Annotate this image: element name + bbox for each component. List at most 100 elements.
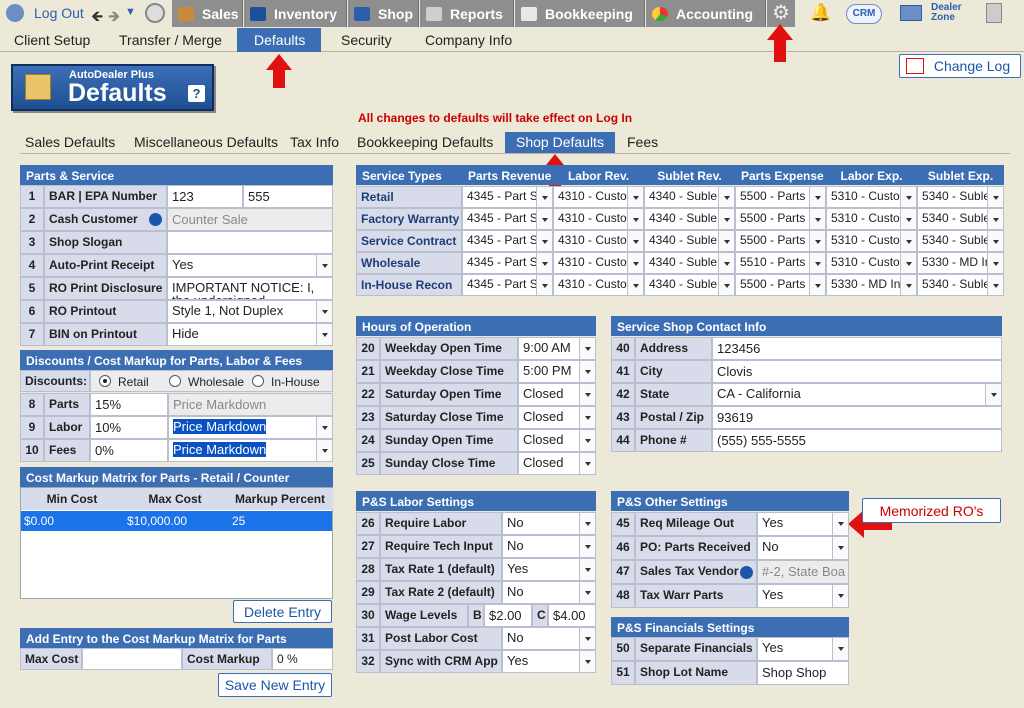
field-input[interactable]: 93619 bbox=[712, 406, 1002, 429]
chevron-down-icon[interactable] bbox=[900, 231, 916, 251]
setting-select[interactable]: Yes bbox=[757, 584, 849, 608]
chevron-down-icon[interactable] bbox=[316, 324, 332, 345]
menu-transfer-merge[interactable]: Transfer / Merge bbox=[119, 32, 222, 48]
setting-select[interactable]: No bbox=[502, 512, 596, 535]
field-input[interactable]: IMPORTANT NOTICE: I, the undersigned bbox=[167, 277, 333, 300]
percent-input[interactable]: 0% bbox=[90, 439, 168, 462]
chevron-down-icon[interactable] bbox=[832, 638, 848, 660]
chevron-down-icon[interactable] bbox=[627, 253, 643, 273]
time-select[interactable]: Closed bbox=[518, 383, 596, 406]
nav-bookkeeping[interactable]: Bookkeeping bbox=[515, 0, 645, 27]
chevron-down-icon[interactable] bbox=[579, 582, 595, 603]
chevron-down-icon[interactable] bbox=[809, 275, 825, 295]
account-select[interactable]: 4340 - Suble bbox=[644, 186, 735, 208]
time-select[interactable]: 5:00 PM bbox=[518, 360, 596, 383]
tab-tax-info[interactable]: Tax Info bbox=[290, 134, 339, 150]
setting-select[interactable]: Yes bbox=[757, 512, 849, 536]
setting-select[interactable]: No bbox=[502, 581, 596, 604]
chevron-down-icon[interactable] bbox=[718, 209, 734, 229]
chevron-down-icon[interactable] bbox=[627, 209, 643, 229]
shop-lot-name-input[interactable]: Shop Shop bbox=[757, 661, 849, 685]
tab-misc-defaults[interactable]: Miscellaneous Defaults bbox=[134, 134, 278, 150]
chevron-down-icon[interactable] bbox=[900, 275, 916, 295]
time-select[interactable]: Closed bbox=[518, 429, 596, 452]
account-select[interactable]: 4345 - Part S bbox=[462, 230, 553, 252]
chevron-down-icon[interactable] bbox=[832, 537, 848, 559]
cost-markup-input[interactable]: 0 % bbox=[272, 648, 333, 670]
account-select[interactable]: 5500 - Parts bbox=[735, 186, 826, 208]
account-select[interactable]: 4345 - Part S bbox=[462, 186, 553, 208]
chevron-down-icon[interactable] bbox=[809, 231, 825, 251]
crm-cloud-icon[interactable]: CRM bbox=[846, 4, 882, 24]
chevron-down-icon[interactable] bbox=[579, 536, 595, 557]
account-select[interactable]: 5340 - Suble bbox=[917, 186, 1004, 208]
chevron-down-icon[interactable] bbox=[579, 361, 595, 382]
dealer-zone-icon[interactable] bbox=[900, 5, 922, 21]
account-select[interactable]: 4345 - Part S bbox=[462, 252, 553, 274]
notification-bell-icon[interactable]: 🔔 bbox=[810, 3, 831, 23]
chevron-down-icon[interactable] bbox=[809, 209, 825, 229]
chevron-down-icon[interactable] bbox=[718, 275, 734, 295]
state-select[interactable]: CA - California bbox=[712, 383, 1002, 406]
user-avatar-icon[interactable] bbox=[145, 3, 165, 23]
chevron-down-icon[interactable] bbox=[316, 440, 332, 461]
time-select[interactable]: Closed bbox=[518, 452, 596, 475]
account-select[interactable]: 4310 - Custo bbox=[553, 252, 644, 274]
chevron-down-icon[interactable] bbox=[579, 651, 595, 672]
chevron-down-icon[interactable] bbox=[536, 253, 552, 273]
setting-select[interactable]: No bbox=[757, 536, 849, 560]
markup-mode-select[interactable]: Price Markdown bbox=[168, 416, 333, 439]
account-select[interactable]: 4310 - Custo bbox=[553, 186, 644, 208]
account-select[interactable]: 5500 - Parts bbox=[735, 274, 826, 296]
account-select[interactable]: 5330 - MD In bbox=[826, 274, 917, 296]
chevron-down-icon[interactable] bbox=[536, 187, 552, 207]
chevron-down-icon[interactable] bbox=[985, 384, 1001, 405]
chevron-down-icon[interactable] bbox=[987, 187, 1003, 207]
account-select[interactable]: 5330 - MD In bbox=[917, 252, 1004, 274]
chevron-down-icon[interactable] bbox=[627, 275, 643, 295]
account-select[interactable]: 5310 - Custo bbox=[826, 186, 917, 208]
delete-entry-button[interactable]: Delete Entry bbox=[233, 600, 332, 623]
chevron-down-icon[interactable] bbox=[627, 187, 643, 207]
radio-inhouse[interactable] bbox=[252, 375, 264, 387]
tab-shop-defaults[interactable]: Shop Defaults bbox=[516, 134, 604, 150]
chevron-down-icon[interactable] bbox=[627, 231, 643, 251]
bar-number-input[interactable]: 123 bbox=[167, 185, 243, 208]
calculator-icon[interactable] bbox=[986, 3, 1002, 23]
setting-select[interactable]: Yes bbox=[502, 650, 596, 673]
chevron-down-icon[interactable] bbox=[579, 559, 595, 580]
max-cost-input[interactable] bbox=[82, 648, 182, 670]
logout-link[interactable]: Log Out bbox=[34, 5, 84, 21]
lookup-icon[interactable] bbox=[149, 213, 162, 226]
save-new-entry-button[interactable]: Save New Entry bbox=[218, 673, 332, 697]
chevron-down-icon[interactable] bbox=[579, 384, 595, 405]
help-icon[interactable]: ? bbox=[188, 85, 205, 102]
radio-wholesale[interactable] bbox=[169, 375, 181, 387]
chevron-down-icon[interactable] bbox=[900, 187, 916, 207]
markup-mode-select[interactable]: Price Markdown bbox=[168, 439, 333, 462]
menu-defaults[interactable]: Defaults bbox=[237, 28, 321, 52]
field-input[interactable]: Clovis bbox=[712, 360, 1002, 383]
table-row[interactable]: $0.00 $10,000.00 25 bbox=[21, 511, 332, 531]
chevron-down-icon[interactable] bbox=[579, 453, 595, 474]
time-select[interactable]: 9:00 AM bbox=[518, 337, 596, 360]
chevron-down-icon[interactable] bbox=[316, 301, 332, 322]
field-input[interactable]: (555) 555-5555 bbox=[712, 429, 1002, 452]
nav-sales[interactable]: Sales bbox=[172, 0, 243, 27]
account-select[interactable]: 5310 - Custo bbox=[826, 230, 917, 252]
account-select[interactable]: 5310 - Custo bbox=[826, 208, 917, 230]
percent-input[interactable]: 10% bbox=[90, 416, 168, 439]
chevron-down-icon[interactable] bbox=[809, 187, 825, 207]
sales-tax-vendor-input[interactable]: #-2, State Boa bbox=[757, 560, 849, 584]
chevron-down-icon[interactable] bbox=[809, 253, 825, 273]
chevron-down-icon[interactable] bbox=[718, 231, 734, 251]
account-select[interactable]: 4310 - Custo bbox=[553, 274, 644, 296]
menu-security[interactable]: Security bbox=[341, 32, 392, 48]
lookup-icon[interactable] bbox=[740, 566, 753, 579]
nav-accounting[interactable]: Accounting bbox=[646, 0, 766, 27]
chevron-down-icon[interactable] bbox=[316, 255, 332, 276]
tab-bookkeeping-defaults[interactable]: Bookkeeping Defaults bbox=[357, 134, 493, 150]
account-select[interactable]: 4340 - Suble bbox=[644, 252, 735, 274]
account-select[interactable]: 4345 - Part S bbox=[462, 208, 553, 230]
chevron-down-icon[interactable] bbox=[900, 253, 916, 273]
